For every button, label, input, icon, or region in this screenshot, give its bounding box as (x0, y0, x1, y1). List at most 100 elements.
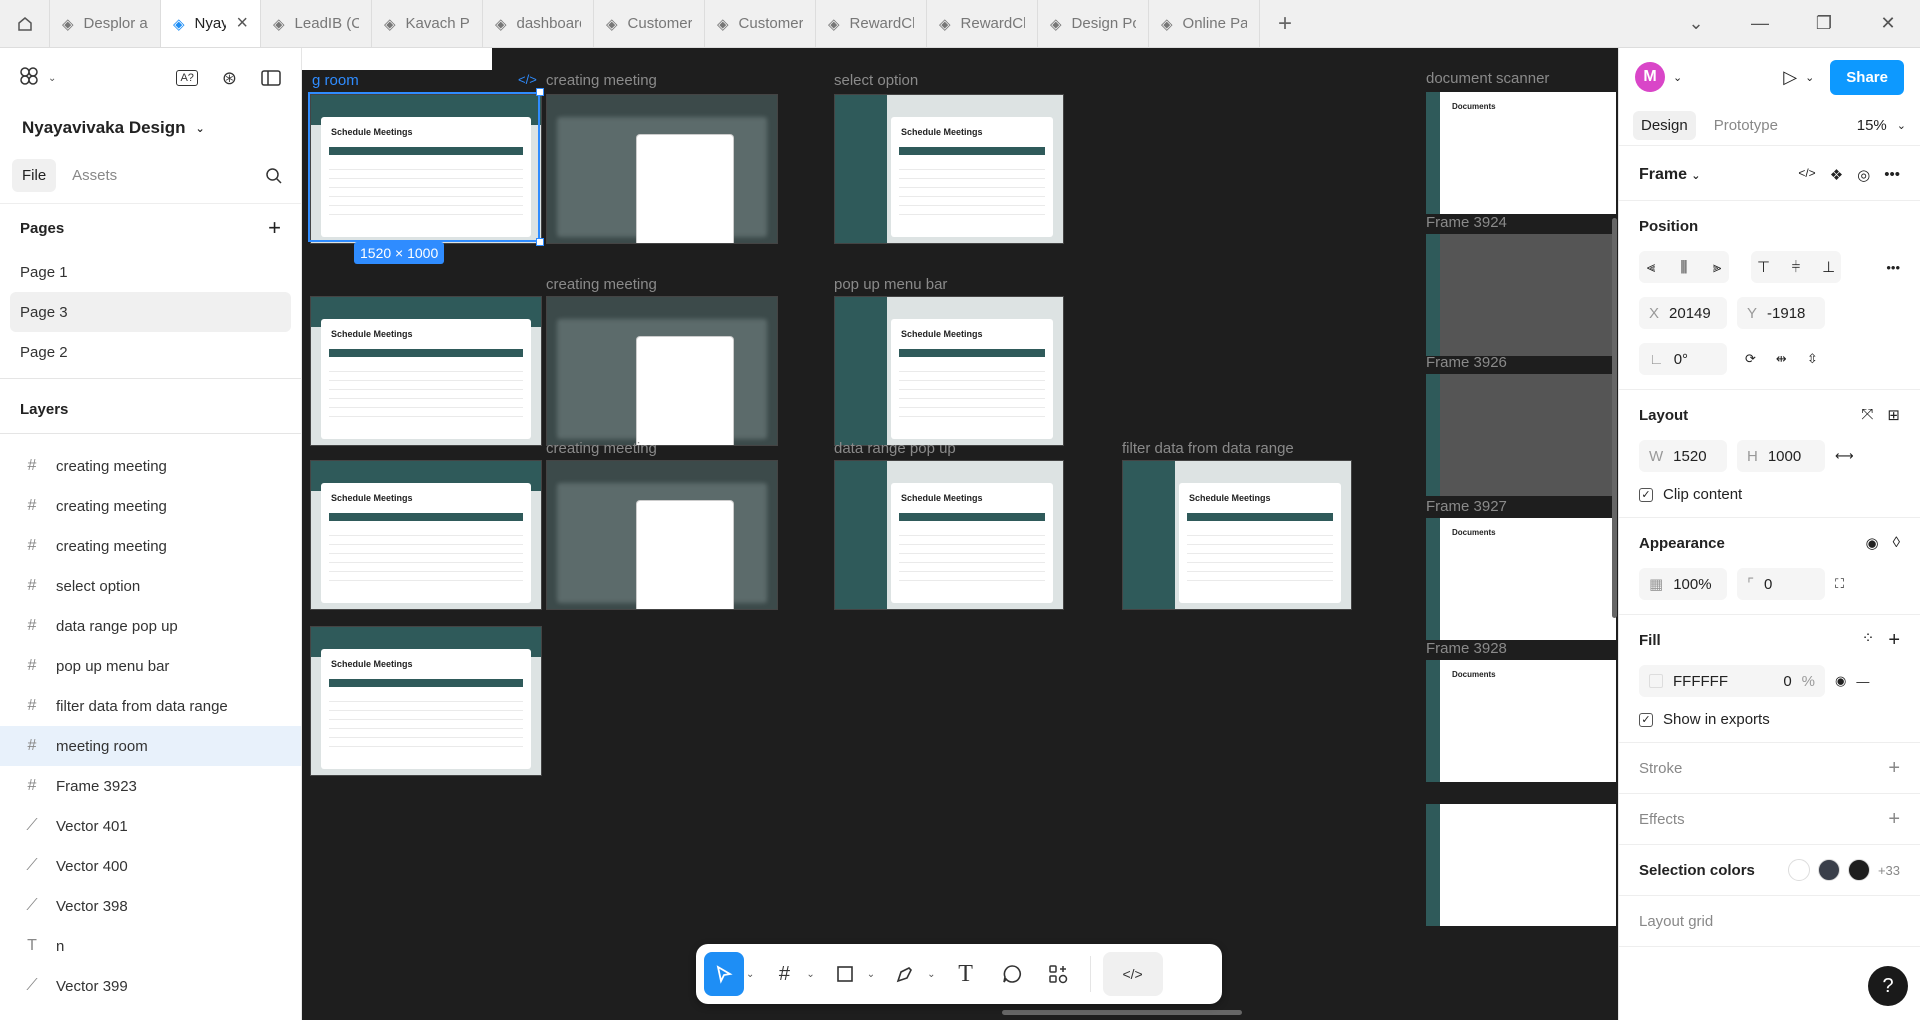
horizontal-align-group[interactable]: ⫷ ⫼ ⫸ (1639, 251, 1729, 283)
frame-label[interactable]: select option (834, 72, 918, 89)
selection-colors-count[interactable]: +33 (1878, 863, 1900, 878)
align-center-icon[interactable]: ⫼ (1681, 259, 1688, 276)
frame-filter-data[interactable]: Schedule Meetings (1122, 460, 1352, 610)
chevron-down-icon[interactable]: ⌄ (1691, 170, 1700, 182)
zoom-level[interactable]: 15% (1857, 117, 1887, 134)
browser-tab[interactable]: ◈ dashboard- (483, 0, 594, 47)
flip-horizontal-icon[interactable]: ⇹ (1776, 351, 1787, 367)
actions-tool[interactable] (1038, 952, 1078, 996)
frame-3928[interactable]: Documents (1426, 660, 1616, 782)
page-item[interactable]: Page 1 (10, 252, 291, 292)
expand-corners-icon[interactable]: ⛶ (1835, 576, 1844, 592)
code-icon[interactable]: </> (1798, 166, 1815, 184)
drop-icon[interactable]: ◊ (1893, 534, 1900, 552)
vertical-align-group[interactable]: ⊤ ⫩ ⊥ (1751, 251, 1841, 283)
chevron-down-icon[interactable]: ⌄ (1673, 71, 1682, 84)
frame-creating-meeting[interactable] (546, 460, 778, 610)
frame-creating-meeting[interactable] (546, 296, 778, 446)
close-window-button[interactable]: ✕ (1856, 0, 1920, 48)
ai-icon[interactable]: A? (176, 70, 198, 86)
page-item[interactable]: Page 3 (10, 292, 291, 332)
browser-tab[interactable]: ◈ Customer M (705, 0, 816, 47)
chevron-down-icon[interactable]: ⌄ (867, 969, 875, 980)
dev-mode-toggle[interactable]: </> (1102, 952, 1163, 996)
code-icon[interactable]: </> (518, 72, 537, 87)
frame-label[interactable]: creating meeting (546, 440, 657, 457)
corner-radius-field[interactable]: ⌜ 0 (1737, 568, 1825, 600)
browser-tab[interactable]: ◈ RewardCha (816, 0, 927, 47)
chevron-down-icon[interactable]: ⌄ (1805, 71, 1814, 84)
layer-item[interactable]: # filter data from data range (0, 686, 301, 726)
move-tool[interactable] (704, 952, 744, 996)
add-page-icon[interactable]: + (268, 215, 281, 241)
component-icon[interactable]: ❖ (1830, 166, 1843, 184)
chevron-down-icon[interactable]: ⌄ (806, 969, 814, 980)
frame-3924[interactable] (1426, 234, 1616, 356)
frame[interactable] (1426, 804, 1616, 926)
layer-item[interactable]: # data range pop up (0, 606, 301, 646)
height-field[interactable]: H 1000 (1737, 440, 1825, 472)
frame-label[interactable]: Frame 3927 (1426, 498, 1507, 515)
layer-item[interactable]: # creating meeting (0, 486, 301, 526)
x-field[interactable]: X 20149 (1639, 297, 1727, 329)
eye-icon[interactable]: ◉ (1865, 534, 1878, 552)
browser-tab[interactable]: ◈ Design Port (1038, 0, 1149, 47)
frame-3926[interactable] (1426, 374, 1616, 496)
align-left-icon[interactable]: ⫷ (1647, 259, 1655, 276)
sidebar-toggle-icon[interactable] (261, 70, 281, 86)
project-name[interactable]: Nyayavivaka Design ⌄ (0, 108, 301, 148)
layer-item[interactable]: # meeting room (0, 726, 301, 766)
play-icon[interactable]: ▷ (1783, 67, 1797, 88)
frame[interactable]: Schedule Meetings (310, 626, 542, 776)
rectangle-tool[interactable] (825, 952, 865, 996)
layer-item[interactable]: Tn (0, 926, 301, 966)
text-tool[interactable]: T (946, 952, 986, 996)
frame-data-range-pop-up[interactable]: Schedule Meetings (834, 460, 1064, 610)
comment-tool[interactable] (992, 952, 1032, 996)
styles-icon[interactable]: ⁘ (1862, 629, 1875, 652)
frame-label[interactable]: pop up menu bar (834, 276, 947, 293)
restore-button[interactable]: ❐ (1792, 0, 1856, 48)
selection-color-swatch[interactable] (1787, 859, 1810, 881)
add-fill-icon[interactable]: + (1888, 629, 1900, 652)
help-button[interactable]: ? (1868, 966, 1908, 1006)
frame-3927[interactable]: Documents (1426, 518, 1616, 640)
pen-tool[interactable] (885, 952, 925, 996)
chevron-down-icon[interactable]: ⌄ (746, 969, 754, 980)
frame-tool[interactable]: # (764, 952, 804, 996)
browser-tab[interactable]: ◈ Desplor app (50, 0, 161, 47)
frame-select-option[interactable]: Schedule Meetings (834, 94, 1064, 244)
close-icon[interactable]: × (236, 12, 248, 35)
layer-item[interactable]: ⟋ Vector 401 (0, 806, 301, 846)
tab-design[interactable]: Design (1633, 111, 1696, 140)
clip-content-checkbox[interactable]: ✓ (1639, 487, 1653, 502)
frame-label[interactable]: Frame 3926 (1426, 354, 1507, 371)
frame-document-scanner[interactable]: Documents (1426, 92, 1616, 214)
horizontal-scrollbar[interactable] (1002, 1010, 1242, 1015)
layer-item[interactable]: # pop up menu bar (0, 646, 301, 686)
chevron-down-icon[interactable]: ⌄ (927, 969, 935, 980)
eye-icon[interactable]: ◉ (1835, 673, 1846, 689)
more-icon[interactable]: ••• (1884, 166, 1900, 184)
flip-vertical-icon[interactable]: ⇳ (1807, 351, 1818, 367)
align-top-icon[interactable]: ⊤ (1757, 258, 1770, 276)
page-item[interactable]: Page 2 (10, 332, 291, 372)
layer-item[interactable]: # Frame 3923 (0, 766, 301, 806)
rotation-field[interactable]: ∟ 0° (1639, 343, 1727, 375)
tab-assets[interactable]: Assets (62, 159, 127, 192)
frame-label[interactable]: document scanner (1426, 70, 1549, 87)
selection-color-swatch[interactable] (1817, 859, 1840, 881)
home-icon[interactable] (0, 0, 50, 47)
add-effect-icon[interactable]: + (1888, 808, 1900, 831)
width-field[interactable]: W 1520 (1639, 440, 1727, 472)
layer-item[interactable]: # creating meeting (0, 526, 301, 566)
chevron-down-icon[interactable]: ⌄ (1664, 0, 1728, 48)
frame-pop-up-menu-bar[interactable]: Schedule Meetings (834, 296, 1064, 446)
browser-tab[interactable]: ◈ LeadIB (Copy) (261, 0, 372, 47)
browser-tab[interactable]: ◈ RewardCha (927, 0, 1038, 47)
frame-label[interactable]: Frame 3928 (1426, 640, 1507, 657)
minimize-button[interactable]: — (1728, 0, 1792, 48)
browser-tab[interactable]: ◈ Kavach PPt (372, 0, 483, 47)
opacity-field[interactable]: ▦ 100% (1639, 568, 1727, 600)
search-icon[interactable] (265, 167, 283, 185)
